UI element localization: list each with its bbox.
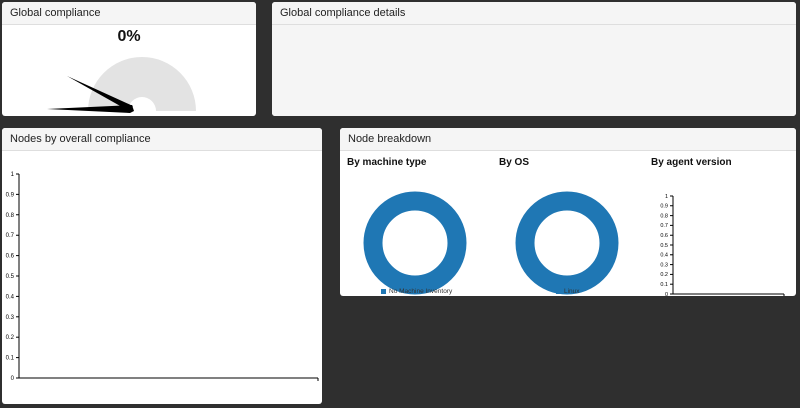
nodes-by-compliance-title: Nodes by overall compliance <box>2 128 322 151</box>
agent-chart-y-tick-label: 0.3 <box>660 262 668 268</box>
agent-chart-y-tick-label: 0.5 <box>660 243 668 249</box>
node-breakdown-title: Node breakdown <box>340 128 796 151</box>
nodes-by-compliance-panel: Nodes by overall compliance 0 0.1 0.2 0.3 0.… <box>2 128 322 404</box>
legend-swatch <box>556 289 561 294</box>
machine-type-donut <box>363 191 467 295</box>
nodes-chart-y-tick-label: 0.2 <box>6 335 15 341</box>
breakdown-charts: 0 0.1 0.2 0.3 0.4 0.5 0.6 0.7 0.8 0.9 1 <box>363 191 785 296</box>
nodes-chart-y-tick-label: 0.8 <box>6 213 15 219</box>
agent-chart-y-tick-label: 0.2 <box>660 272 668 278</box>
nodes-chart-y-tick-label: 0.9 <box>6 192 15 198</box>
nodes-chart-y-tick-label: 0.3 <box>6 315 15 321</box>
global-compliance-title: Global compliance <box>2 2 256 25</box>
global-compliance-details-title: Global compliance details <box>272 2 796 25</box>
agent-chart-y-tick-label: 0.4 <box>660 253 668 259</box>
agent-chart-y-tick-label: 0.8 <box>660 213 668 219</box>
gauge-track <box>88 57 196 111</box>
agent-version-chart: 0 0.1 0.2 0.3 0.4 0.5 0.6 0.7 0.8 0.9 1 <box>660 194 785 296</box>
nodes-chart-y-tick-label: 1 <box>11 172 15 178</box>
os-legend-label: Linux <box>564 288 580 295</box>
agent-chart-y-tick-label: 0.7 <box>660 223 668 229</box>
global-compliance-details-panel: Global compliance details <box>272 2 796 116</box>
node-breakdown-panel: Node breakdown By machine type By OS By … <box>340 128 796 296</box>
agent-chart-y-tick-label: 0.1 <box>660 282 668 288</box>
nodes-chart-y-tick-label: 0.5 <box>6 274 15 280</box>
nodes-chart-y-tick-label: 0.6 <box>6 254 15 260</box>
compliance-gauge <box>47 57 196 113</box>
agent-chart-y-tick-label: 0 <box>665 292 668 296</box>
machine-type-legend: No Machine Inventory <box>381 288 452 295</box>
agent-chart-y-tick-label: 1 <box>665 194 668 200</box>
legend-swatch <box>381 289 386 294</box>
nodes-chart-y-tick-label: 0.7 <box>6 233 15 239</box>
nodes-chart-y-tick-label: 0.1 <box>6 356 15 362</box>
agent-chart-y-tick-label: 0.6 <box>660 233 668 239</box>
global-compliance-details-body <box>272 25 796 116</box>
machine-type-legend-label: No Machine Inventory <box>389 288 453 295</box>
global-compliance-panel: Global compliance 0% <box>2 2 256 116</box>
agent-chart-y-tick-label: 0.9 <box>660 204 668 210</box>
node-breakdown-body: By machine type By OS By agent version 0… <box>340 151 796 296</box>
os-donut <box>515 191 619 295</box>
nodes-chart-y-tick-label: 0.4 <box>6 294 15 300</box>
nodes-compliance-chart: 0 0.1 0.2 0.3 0.4 0.5 0.6 0.7 0.8 0.9 1 <box>6 172 319 382</box>
nodes-chart-y-tick-label: 0 <box>11 376 15 382</box>
os-legend: Linux <box>556 288 580 295</box>
